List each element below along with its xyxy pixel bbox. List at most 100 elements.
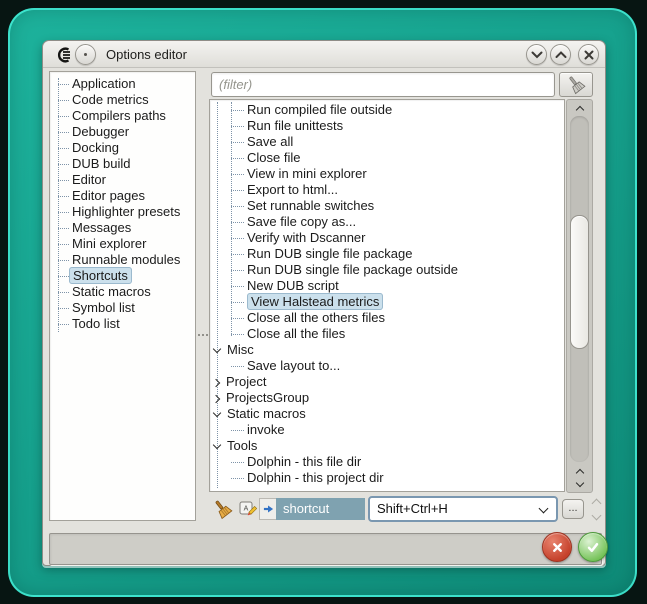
sidebar-item[interactable]: Highlighter presets [50,204,195,220]
more-button[interactable]: ... [562,499,584,519]
key-edit-icon: A [239,501,257,518]
chevron-down-icon [539,504,549,514]
close-icon [584,50,594,60]
sidebar-item[interactable]: Application [50,76,195,92]
updown-spinner[interactable] [589,496,605,523]
tree-connector-icon [231,126,244,127]
cancel-button[interactable] [542,532,572,562]
tree-item[interactable]: Static macros [210,406,564,422]
sidebar-item[interactable]: Editor pages [50,188,195,204]
tree-connector-icon [58,324,69,325]
tree-item[interactable]: Save file copy as... [210,214,564,230]
tree-item[interactable]: Save all [210,134,564,150]
tree-item[interactable]: Set runnable switches [210,198,564,214]
tree-item[interactable]: Close file [210,150,564,166]
tree-item[interactable]: Tools [210,438,564,454]
tree-item[interactable]: Verify with Dscanner [210,230,564,246]
tree-item[interactable]: Project [210,374,564,390]
clear-filter-button[interactable] [559,72,593,97]
sidebar-item[interactable]: Editor [50,172,195,188]
tree-item[interactable]: View Halstead metrics [210,294,564,310]
tree-item-label: Close file [247,150,300,165]
tree-item-label: Dolphin - this file dir [247,454,361,469]
tree-connector-icon [58,100,69,101]
shortcut-combobox[interactable]: Shift+Ctrl+H [368,496,558,522]
tree-item[interactable]: Close all the others files [210,310,564,326]
tree-item[interactable]: Run file unittests [210,118,564,134]
tree-item[interactable]: Save layout to... [210,358,564,374]
tree-item[interactable]: ProjectsGroup [210,390,564,406]
tree-item[interactable]: Misc [210,342,564,358]
tree-item[interactable]: Run compiled file outside [210,102,564,118]
tree-item[interactable]: Dolphin - this file dir [210,454,564,470]
sidebar-item[interactable]: Docking [50,140,195,156]
tree-item[interactable]: View in mini explorer [210,166,564,182]
tree-connector-icon [231,222,244,223]
sidebar-item[interactable]: Code metrics [50,92,195,108]
sidebar-item[interactable]: Shortcuts [50,268,195,284]
scroll-up-button[interactable] [567,465,592,477]
tree-connector-icon [231,270,244,271]
property-row-marker [259,498,276,520]
tree-connector-icon [58,212,69,213]
sidebar-item[interactable]: Messages [50,220,195,236]
tree-scrollbar[interactable] [566,99,593,493]
chevron-down-icon[interactable] [213,441,221,449]
tree-item-label: Export to html... [247,182,338,197]
sidebar-item[interactable]: DUB build [50,156,195,172]
sidebar-item-label: Static macros [72,284,151,299]
scrollbar-thumb[interactable] [570,215,589,349]
tree-connector-icon [58,196,69,197]
edit-shortcut-button[interactable]: A [239,501,257,523]
minimize-button[interactable] [526,44,547,65]
tree-item-label: View in mini explorer [247,166,367,181]
tree-item-label: Run DUB single file package outside [247,262,458,277]
chevron-down-icon[interactable] [213,345,221,353]
sidebar-item[interactable]: Symbol list [50,300,195,316]
splitter-handle[interactable] [198,334,208,348]
close-icon [551,541,564,554]
tree-item[interactable]: invoke [210,422,564,438]
scroll-up-button[interactable] [567,102,592,114]
tree-connector-icon [58,180,69,181]
tree-connector-icon [231,110,244,111]
tree-connector-icon [231,366,244,367]
tree-connector-icon [231,142,244,143]
property-name-cell[interactable]: shortcut [276,498,365,520]
maximize-button[interactable] [550,44,571,65]
sidebar-item-label: Runnable modules [72,252,180,267]
shortcut-value: Shift+Ctrl+H [377,501,448,516]
sidebar-item[interactable]: Static macros [50,284,195,300]
chevron-right-icon[interactable] [212,378,220,386]
tree-item[interactable]: Close all the files [210,326,564,342]
clean-button[interactable] [212,499,233,525]
tree-item-label: Verify with Dscanner [247,230,366,245]
tree-node-label: ProjectsGroup [226,390,309,405]
sidebar-item[interactable]: Compilers paths [50,108,195,124]
tree-connector-icon [231,334,244,335]
tree-item-label: Run compiled file outside [247,102,392,117]
close-button[interactable] [578,44,599,65]
chevron-down-icon[interactable] [213,409,221,417]
sidebar-item[interactable]: Runnable modules [50,252,195,268]
tree-item[interactable]: Dolphin - this project dir [210,470,564,486]
accept-button[interactable] [578,532,608,562]
sidebar-item-label: Messages [72,220,131,235]
sidebar-item[interactable]: Debugger [50,124,195,140]
chevron-right-icon[interactable] [212,394,220,402]
broom-icon [566,75,586,95]
sidebar-item-label: Todo list [72,316,120,331]
sidebar-item[interactable]: Todo list [50,316,195,332]
titlebar-menu-button[interactable] [75,44,96,65]
tree-connector-icon [58,228,69,229]
sidebar-item-label: Application [72,76,136,91]
tree-item[interactable]: Run DUB single file package outside [210,262,564,278]
tree-item[interactable]: New DUB script [210,278,564,294]
scroll-down-button[interactable] [567,478,592,490]
tree-item[interactable]: Run DUB single file package [210,246,564,262]
filter-input[interactable] [211,72,555,97]
sidebar-item-label: Code metrics [72,92,149,107]
titlebar[interactable]: Options editor [43,41,605,68]
tree-item[interactable]: Export to html... [210,182,564,198]
sidebar-item[interactable]: Mini explorer [50,236,195,252]
